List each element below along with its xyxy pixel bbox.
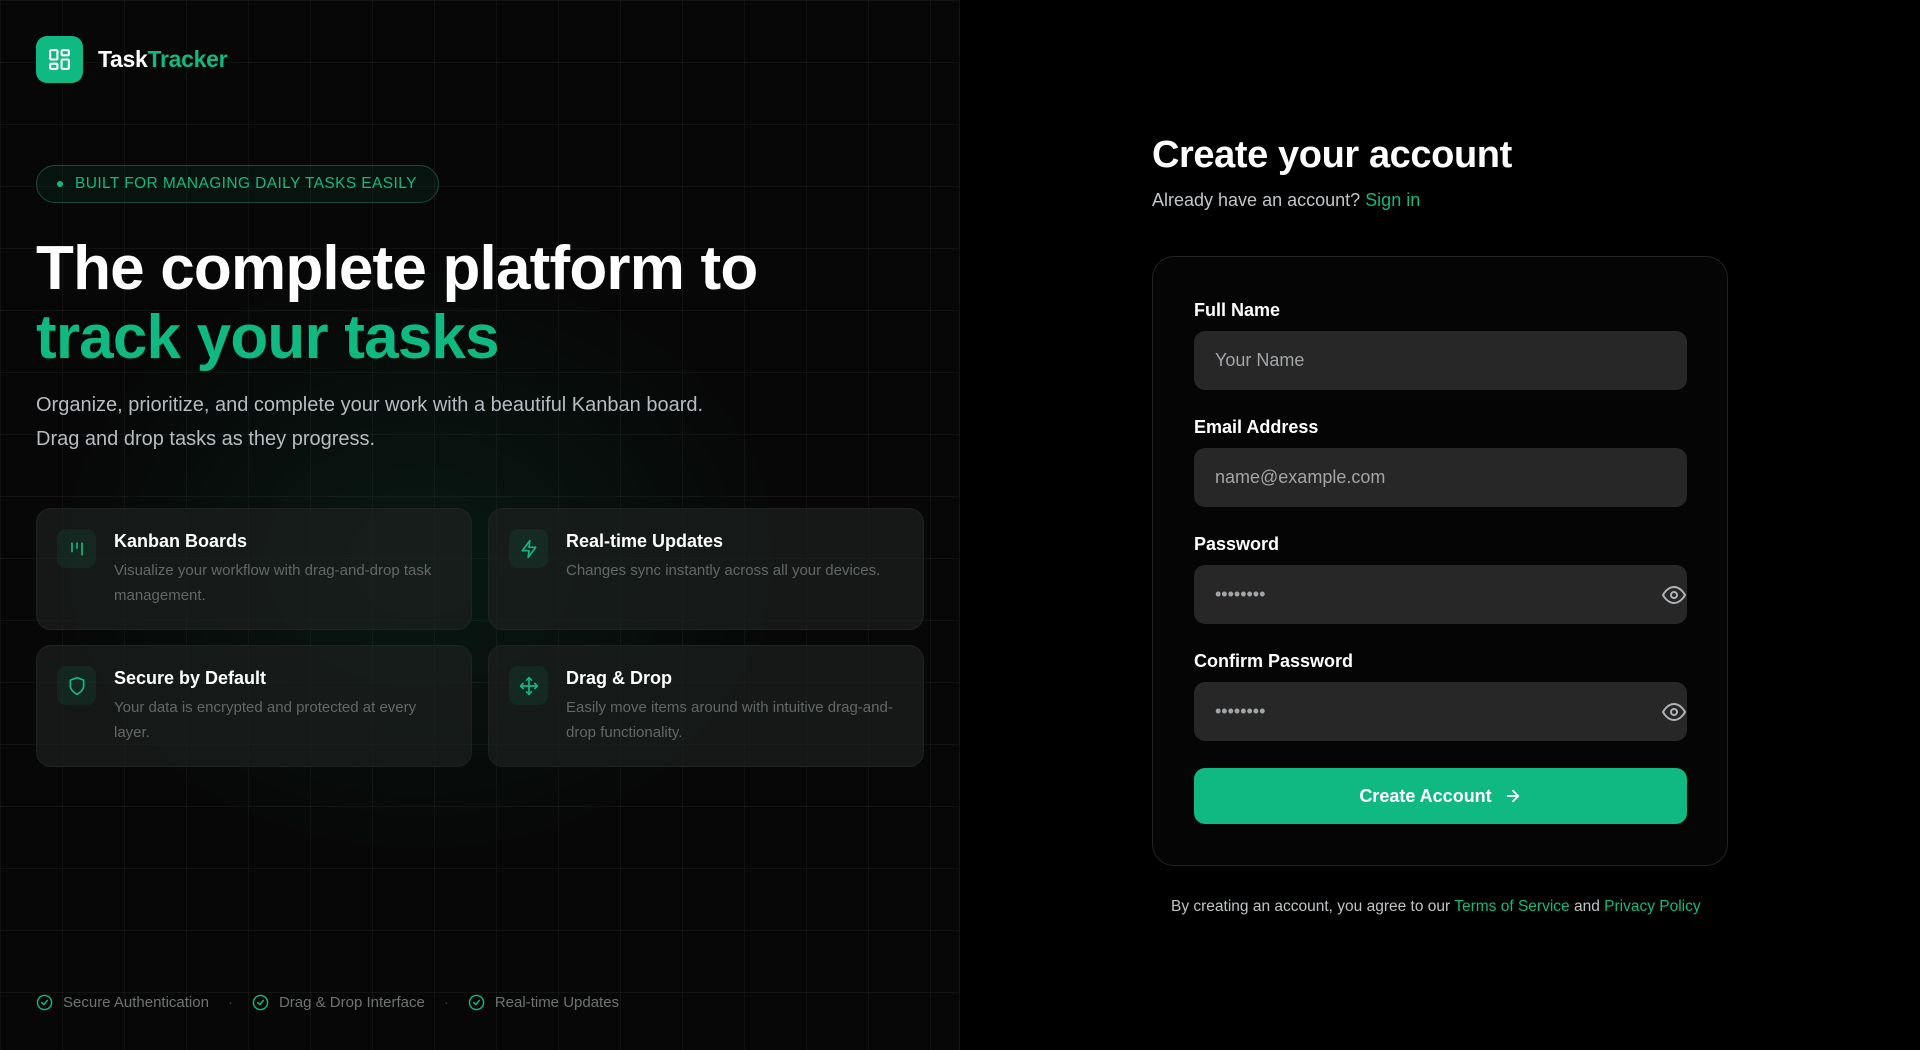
hero-subtitle-line2: Drag and drop tasks as they progress. [36, 428, 376, 450]
brand[interactable]: TaskTracker [36, 36, 228, 83]
feature-title: Secure by Default [114, 668, 267, 688]
signin-prompt: Already have an account? Sign in [1152, 190, 1420, 211]
feature-card-drag-and-drop: Drag & Drop Easily move items around wit… [488, 645, 924, 767]
highlight-separator: · [443, 994, 449, 1011]
full-name-input[interactable] [1194, 331, 1687, 390]
arrow-right-icon [1506, 789, 1519, 803]
feature-description: Your data is encrypted and protected at … [114, 699, 417, 741]
brand-name-part2: Tracker [147, 46, 228, 72]
hero-headline: The complete platform to track your task… [36, 234, 758, 372]
terms-of-service-link[interactable]: Terms of Service [1454, 898, 1569, 915]
highlight-label: Real-time Updates [494, 994, 620, 1011]
hero-badge-text: BUILT FOR MANAGING DAILY TASKS EASILY [75, 175, 417, 192]
layout-grid-icon [36, 36, 83, 83]
create-account-label: Create Account [1359, 785, 1492, 806]
shield-icon [57, 666, 96, 705]
highlight-separator: · [227, 994, 233, 1011]
create-account-button[interactable]: Create Account [1194, 768, 1687, 824]
feature-card-kanban-boards: Kanban Boards Visualize your workflow wi… [36, 508, 472, 630]
highlight-label: Secure Authentication [63, 994, 209, 1011]
full-name-label: Full Name [1194, 300, 1281, 320]
eye-icon[interactable] [1661, 699, 1687, 725]
feature-description: Changes sync instantly across all your d… [566, 562, 881, 579]
highlight-label: Drag & Drop Interface [278, 994, 425, 1011]
feature-card-secure-by-default: Secure by Default Your data is encrypted… [36, 645, 472, 767]
feature-title: Kanban Boards [114, 531, 248, 551]
signin-link[interactable]: Sign in [1365, 190, 1420, 210]
lightning-icon [509, 529, 548, 568]
privacy-policy-link[interactable]: Privacy Policy [1604, 898, 1700, 915]
check-circle-icon [252, 994, 269, 1011]
terms-prefix: By creating an account, you agree to our [1171, 898, 1451, 915]
badge-dot-icon [57, 181, 63, 187]
terms-and: and [1573, 898, 1600, 915]
confirm-password-input[interactable] [1194, 682, 1687, 741]
kanban-icon [57, 529, 96, 568]
check-circle-icon [36, 994, 53, 1011]
check-circle-icon [468, 994, 485, 1011]
brand-name: TaskTracker [98, 46, 228, 73]
hero-badge: BUILT FOR MANAGING DAILY TASKS EASILY [36, 165, 439, 203]
password-label: Password [1194, 534, 1280, 554]
eye-icon[interactable] [1661, 582, 1687, 608]
hero-headline-line2: track your tasks [36, 303, 500, 372]
hero-subtitle: Organize, prioritize, and complete your … [36, 388, 796, 456]
hero-subtitle-line1: Organize, prioritize, and complete your … [36, 394, 704, 416]
feature-title: Drag & Drop [566, 668, 673, 688]
feature-description: Visualize your workflow with drag-and-dr… [114, 562, 432, 604]
brand-name-part1: Task [98, 46, 148, 72]
hero-panel: TaskTracker BUILT FOR MANAGING DAILY TAS… [0, 0, 960, 1050]
feature-title: Real-time Updates [566, 531, 724, 551]
signup-form: Full Name Email Address Password Confirm… [1152, 256, 1728, 866]
highlight-item: Secure Authentication [36, 994, 209, 1011]
email-input[interactable] [1194, 448, 1687, 507]
terms-notice: By creating an account, you agree to our… [1171, 898, 1701, 916]
hero-headline-line1: The complete platform to [36, 234, 758, 303]
confirm-password-label: Confirm Password [1194, 651, 1354, 671]
highlight-item: Real-time Updates [468, 994, 619, 1011]
move-icon [509, 666, 548, 705]
feature-highlights: Secure Authentication · Drag & Drop Inte… [36, 994, 619, 1011]
highlight-item: Drag & Drop Interface [252, 994, 425, 1011]
form-title: Create your account [1152, 134, 1512, 176]
password-input[interactable] [1194, 565, 1687, 624]
feature-description: Easily move items around with intuitive … [566, 699, 893, 741]
email-label: Email Address [1194, 417, 1319, 437]
signin-prompt-text: Already have an account? [1152, 190, 1361, 210]
feature-card-real-time-updates: Real-time Updates Changes sync instantly… [488, 508, 924, 630]
